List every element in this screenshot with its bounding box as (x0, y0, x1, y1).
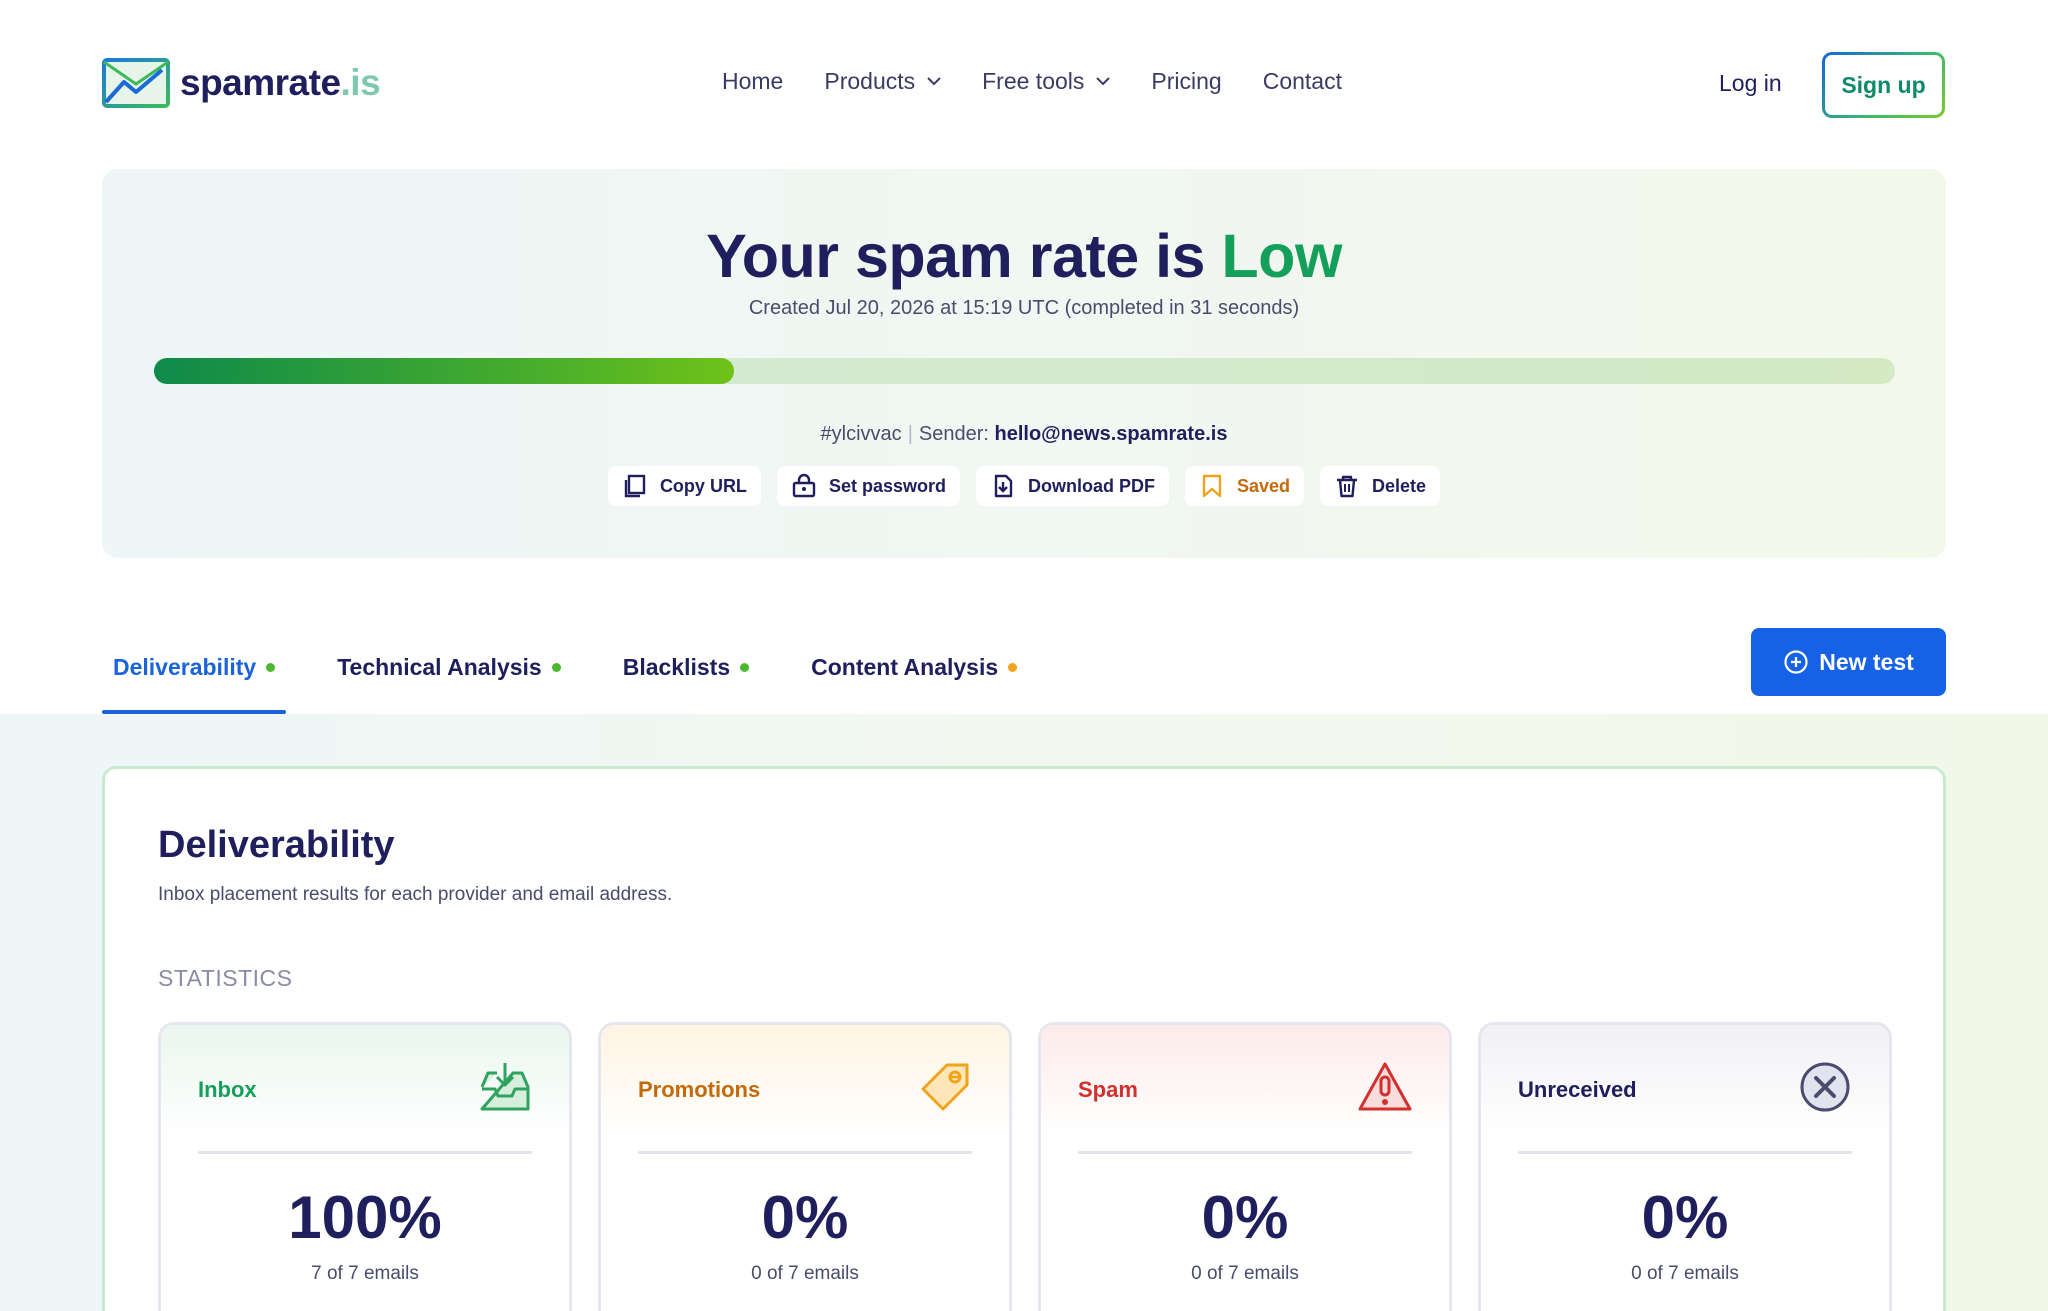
bookmark-icon (1202, 474, 1222, 498)
card-name: Inbox (198, 1077, 257, 1102)
page-title: Your spam rate is Low (102, 221, 1946, 291)
result-actions: Copy URL Set password Download PDF Saved… (102, 466, 1946, 506)
plus-circle-icon (1784, 650, 1808, 674)
stat-value: 0% (761, 1184, 849, 1251)
tab-deliverability-label: Deliverability (113, 653, 257, 680)
main-nav: Home Products Free tools Pricing Contact (722, 68, 1383, 95)
nav-free-tools[interactable]: Free tools (982, 68, 1111, 95)
tab-deliverability[interactable]: Deliverability (102, 620, 287, 714)
status-dot (266, 662, 276, 672)
nav-pricing-label: Pricing (1151, 68, 1222, 94)
logo[interactable]: spamrate .is (102, 58, 381, 108)
copy-icon (624, 474, 646, 498)
warning-icon (1358, 1062, 1412, 1111)
trash-icon (1337, 475, 1358, 498)
tab-blacklists[interactable]: Blacklists (612, 620, 760, 714)
nav-contact-label: Contact (1262, 68, 1342, 94)
tab-technical-analysis[interactable]: Technical Analysis (326, 620, 572, 714)
nav-free-tools-label: Free tools (982, 68, 1085, 94)
meta-divider: | (907, 423, 913, 445)
statistics-heading: STATISTICS (158, 965, 293, 991)
status-dot (1008, 662, 1018, 672)
delete-button[interactable]: Delete (1320, 466, 1441, 506)
nav-home[interactable]: Home (722, 68, 783, 95)
result-tabs: Deliverability Technical Analysis Blackl… (102, 620, 1068, 714)
nav-contact[interactable]: Contact (1263, 68, 1342, 95)
card-name: Spam (1078, 1077, 1138, 1102)
statistics-cards: Inbox 100% 7 of 7 emails Promotions 0% 0… (158, 1022, 1892, 1311)
signup-button[interactable]: Sign up (1822, 52, 1945, 118)
stat-value: 100% (288, 1184, 442, 1251)
set-password-button[interactable]: Set password (776, 466, 960, 506)
logo-mail-chart-icon (102, 58, 170, 108)
chevron-down-icon (927, 77, 941, 86)
card-divider (198, 1151, 532, 1154)
tab-technical-analysis-label: Technical Analysis (337, 653, 542, 680)
nav-home-label: Home (722, 68, 784, 94)
new-test-label: New test (1819, 648, 1914, 675)
copy-url-button[interactable]: Copy URL (607, 466, 761, 506)
tab-content-analysis[interactable]: Content Analysis (800, 620, 1028, 714)
stat-count: 7 of 7 emails (311, 1263, 419, 1284)
spam-level: Low (1221, 222, 1342, 290)
copy-url-label: Copy URL (659, 475, 747, 496)
nav-products-label: Products (824, 68, 916, 94)
x-circle-icon (1800, 1062, 1850, 1112)
section-subtitle: Inbox placement results for each provide… (158, 884, 673, 905)
card-divider (1518, 1151, 1852, 1154)
tag-icon (921, 1063, 969, 1111)
deliverability-panel: Deliverability Inbox placement results f… (102, 766, 1946, 1311)
status-dot (740, 662, 750, 672)
stat-count: 0 of 7 emails (1631, 1263, 1739, 1284)
inbox-icon (480, 1063, 530, 1111)
download-pdf-button[interactable]: Download PDF (975, 466, 1169, 506)
logo-extension: .is (340, 62, 381, 103)
login-link[interactable]: Log in (1719, 70, 1782, 97)
stat-card-unreceived: Unreceived 0% 0 of 7 emails (1478, 1022, 1892, 1311)
set-password-label: Set password (828, 475, 946, 496)
spam-rate-bar (154, 358, 1895, 384)
signup-button-label: Sign up (1825, 55, 1942, 115)
card-name: Promotions (638, 1077, 761, 1102)
card-divider (638, 1151, 972, 1154)
download-pdf-label: Download PDF (1027, 475, 1155, 496)
nav-pricing[interactable]: Pricing (1151, 68, 1221, 95)
nav-products[interactable]: Products (824, 68, 941, 95)
saved-label: Saved (1236, 475, 1291, 496)
section-title: Deliverability (158, 824, 395, 866)
delete-label: Delete (1372, 475, 1427, 496)
chevron-down-icon (1096, 77, 1111, 86)
lock-icon (792, 473, 816, 498)
stat-count: 0 of 7 emails (751, 1263, 859, 1284)
result-hero: Your spam rate is Low Created Jul 20, 20… (102, 169, 1946, 558)
sender-label: Sender: (918, 423, 989, 445)
test-meta: #ylcivvac | Sender: hello@news.spamrate.is (102, 423, 1946, 446)
download-icon (994, 474, 1013, 498)
stat-value: 0% (1201, 1184, 1289, 1251)
saved-button[interactable]: Saved (1184, 466, 1305, 506)
stat-count: 0 of 7 emails (1191, 1263, 1299, 1284)
stat-card-promotions: Promotions 0% 0 of 7 emails (598, 1022, 1012, 1311)
created-timestamp: Created Jul 20, 2026 at 15:19 UTC (compl… (748, 297, 1300, 319)
new-test-button[interactable]: New test (1751, 628, 1946, 696)
tab-blacklists-label: Blacklists (622, 653, 731, 680)
title-prefix: Your spam rate is (706, 222, 1205, 290)
stat-card-spam: Spam 0% 0 of 7 emails (1038, 1022, 1452, 1311)
sender-email: hello@news.spamrate.is (994, 423, 1228, 445)
logo-text: spamrate (180, 62, 341, 103)
card-name: Unreceived (1518, 1077, 1637, 1102)
card-divider (1078, 1151, 1412, 1154)
tab-content-analysis-label: Content Analysis (811, 653, 999, 680)
status-dot (551, 662, 561, 672)
test-id: #ylcivvac (820, 423, 902, 445)
stat-value: 0% (1641, 1184, 1729, 1251)
spam-rate-bar-fill (154, 358, 734, 384)
site-header: spamrate .is Home Products Free tools Pri… (0, 0, 2048, 170)
stat-card-inbox: Inbox 100% 7 of 7 emails (158, 1022, 572, 1311)
